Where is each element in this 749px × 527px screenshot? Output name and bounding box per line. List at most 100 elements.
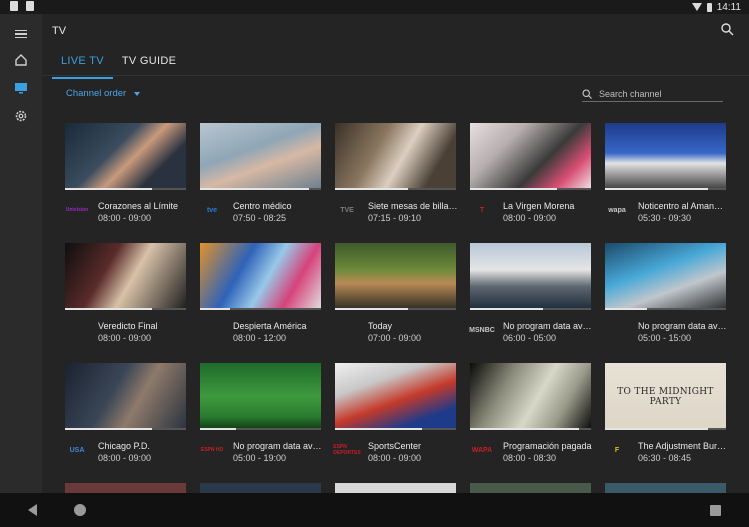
program-time: 08:00 - 12:00 <box>233 333 287 343</box>
back-icon[interactable] <box>28 504 37 516</box>
battery-icon <box>706 2 712 12</box>
channel-thumbnail <box>335 243 456 310</box>
channel-logo-icon: tve <box>206 206 218 214</box>
channel-logo-icon: ESPN HD <box>200 447 224 453</box>
channel-card[interactable]: Univision Corazones al Límite 08:00 - 09:0… <box>65 123 186 241</box>
home-button-icon[interactable] <box>74 504 86 516</box>
channel-thumbnail: TO THE MIDNIGHT PARTY <box>605 363 726 430</box>
channel-info: Despierta América 08:00 - 12:00 <box>200 317 321 361</box>
progress-bar <box>200 428 237 430</box>
program-title: Noticentro al Amanecer <box>638 201 728 211</box>
channel-card[interactable]: MSNBC No program data avail... 06:00 - 05:… <box>469 243 593 361</box>
channel-info: F The Adjustment Bureau 06:30 - 08:45 <box>605 437 728 481</box>
channel-thumbnail <box>470 243 591 310</box>
image-notification-icon <box>26 1 34 11</box>
channel-info: TVE Siete mesas de billar f... 07:15 - 09:… <box>335 197 458 241</box>
progress-bar <box>65 428 153 430</box>
channel-thumbnail <box>335 123 456 190</box>
channel-order-dropdown[interactable]: Channel order <box>66 88 141 99</box>
channel-card[interactable]: TVE Siete mesas de billar f... 07:15 - 09:… <box>335 123 458 241</box>
channel-info: MSNBC No program data avail... 06:00 - 05:… <box>469 317 593 361</box>
status-bar: 14:11 <box>0 0 749 14</box>
channel-card[interactable]: TO THE MIDNIGHT PARTY F The Adjustment Bur… <box>605 363 728 481</box>
channel-info: T La Virgen Morena 08:00 - 09:00 <box>470 197 591 241</box>
program-title: Chicago P.D. <box>98 441 150 451</box>
channel-info: No program data avail... 05:00 - 15:00 <box>605 317 728 361</box>
progress-bar <box>200 188 309 190</box>
program-time: 08:00 - 09:00 <box>503 213 557 223</box>
program-title: Today <box>368 321 393 331</box>
channel-info: Veredicto Final 08:00 - 09:00 <box>65 317 186 361</box>
program-title: The Adjustment Bureau <box>638 441 728 451</box>
channel-logo-icon <box>65 323 89 337</box>
channel-logo-icon: Univision <box>65 207 89 213</box>
channel-logo-icon: F <box>614 446 620 454</box>
progress-bar <box>470 308 543 310</box>
recents-icon[interactable] <box>710 505 721 516</box>
channel-card[interactable]: USA Chicago P.D. 08:00 - 09:00 <box>65 363 186 481</box>
channel-card[interactable]: Despierta América 08:00 - 12:00 <box>200 243 321 361</box>
program-time: 05:30 - 09:30 <box>638 213 692 223</box>
system-nav-bar <box>0 493 749 527</box>
channel-thumbnail <box>470 363 591 430</box>
channel-logo-icon: WAPA <box>471 446 493 454</box>
program-title: Corazones al Límite <box>98 201 179 211</box>
tab-divider <box>42 75 749 76</box>
channel-card[interactable]: T La Virgen Morena 08:00 - 09:00 <box>470 123 591 241</box>
program-title: Veredicto Final <box>98 321 158 331</box>
program-time: 06:30 - 08:45 <box>638 453 692 463</box>
channel-thumbnail <box>65 363 186 430</box>
program-time: 07:15 - 09:10 <box>368 213 422 223</box>
channel-logo-icon: wapa <box>608 206 626 214</box>
thumbnail-caption: TO THE MIDNIGHT PARTY <box>617 387 714 407</box>
channel-logo-icon: T <box>479 206 485 214</box>
channel-thumbnail <box>65 123 186 190</box>
channel-info: ESPN HD No program data avail... 05:00 - 1… <box>200 437 323 481</box>
notification-icon <box>10 1 18 11</box>
progress-bar <box>605 308 648 310</box>
program-title: La Virgen Morena <box>503 201 575 211</box>
program-time: 08:00 - 08:30 <box>503 453 557 463</box>
channel-info: wapa Noticentro al Amanecer 05:30 - 09:30 <box>605 197 728 241</box>
channel-order-label: Channel order <box>66 88 127 99</box>
program-title: Despierta América <box>233 321 307 331</box>
channel-logo-icon: USA <box>69 446 85 454</box>
program-time: 06:00 - 05:00 <box>503 333 557 343</box>
channel-thumbnail <box>335 363 456 430</box>
menu-icon[interactable] <box>11 24 31 44</box>
channel-info: WAPA Programación pagada 08:00 - 08:30 <box>470 437 592 481</box>
home-icon[interactable] <box>11 50 31 70</box>
channel-card[interactable]: ESPN HD No program data avail... 05:00 - 1… <box>200 363 323 481</box>
channel-thumbnail <box>200 363 321 430</box>
channel-search[interactable] <box>582 86 723 102</box>
progress-bar <box>605 428 708 430</box>
tv-icon[interactable] <box>11 78 31 98</box>
channel-card[interactable]: Veredicto Final 08:00 - 09:00 <box>65 243 186 361</box>
channel-card[interactable]: No program data avail... 05:00 - 15:00 <box>605 243 728 361</box>
navigation-rail <box>0 14 42 493</box>
chevron-down-icon <box>134 91 141 96</box>
program-time: 05:00 - 15:00 <box>638 333 692 343</box>
page-title: TV <box>52 25 67 37</box>
channel-card[interactable]: wapa Noticentro al Amanecer 05:30 - 09:30 <box>605 123 728 241</box>
search-icon[interactable] <box>720 22 736 38</box>
progress-bar <box>470 188 558 190</box>
channel-info: tve Centro médico 07:50 - 08:25 <box>200 197 321 241</box>
settings-icon[interactable] <box>11 106 31 126</box>
progress-bar <box>200 308 231 310</box>
channel-logo-icon: MSNBC <box>469 326 495 334</box>
progress-bar <box>605 188 708 190</box>
channel-card[interactable]: WAPA Programación pagada 08:00 - 08:30 <box>470 363 592 481</box>
channel-thumbnail <box>470 123 591 190</box>
channel-card[interactable]: tve Centro médico 07:50 - 08:25 <box>200 123 321 241</box>
channel-card[interactable]: Today 07:00 - 09:00 <box>335 243 456 361</box>
channel-card[interactable]: ESPN DEPORTES SportsCenter 08:00 - 09:00 <box>333 363 456 481</box>
program-title: No program data avail... <box>233 441 323 451</box>
program-time: 08:00 - 09:00 <box>98 453 152 463</box>
status-time: 14:11 <box>716 1 741 13</box>
search-input[interactable] <box>599 88 717 99</box>
program-title: Siete mesas de billar f... <box>368 201 458 211</box>
channel-info: USA Chicago P.D. 08:00 - 09:00 <box>65 437 186 481</box>
channel-info: Univision Corazones al Límite 08:00 - 09:0… <box>65 197 186 241</box>
program-title: No program data avail... <box>503 321 593 331</box>
